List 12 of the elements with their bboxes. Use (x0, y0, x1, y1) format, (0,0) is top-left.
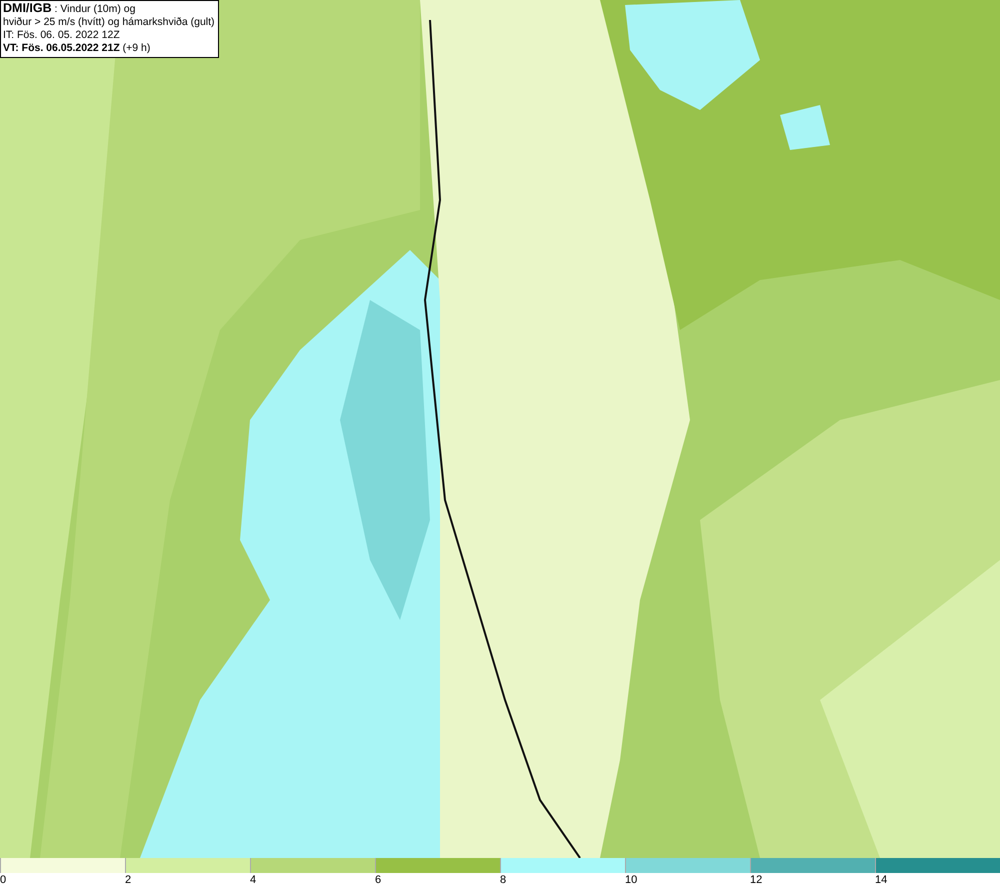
map-subtitle: hviður > 25 m/s (hvítt) og hámarkshviða (gult) (3, 16, 215, 29)
legend-tick-label: 12 (750, 873, 762, 887)
valid-time: VT: Fös. 06.05.2022 21Z (+9 h) (3, 42, 152, 55)
legend-tick-label: 0 (0, 873, 6, 887)
legend-tick-label: 10 (625, 873, 638, 887)
legend-tick-label: 14 (875, 873, 888, 887)
map-title: DMI/IGB : Vindur (10m) og (3, 2, 136, 16)
legend-tick-label: 4 (250, 873, 256, 887)
legend-tick-label: 8 (500, 873, 506, 887)
legend-tick-label: 6 (375, 873, 382, 887)
initial-time: IT: Fös. 06. 05. 2022 12Z (3, 29, 121, 42)
legend-tick-label: 2 (125, 873, 132, 887)
